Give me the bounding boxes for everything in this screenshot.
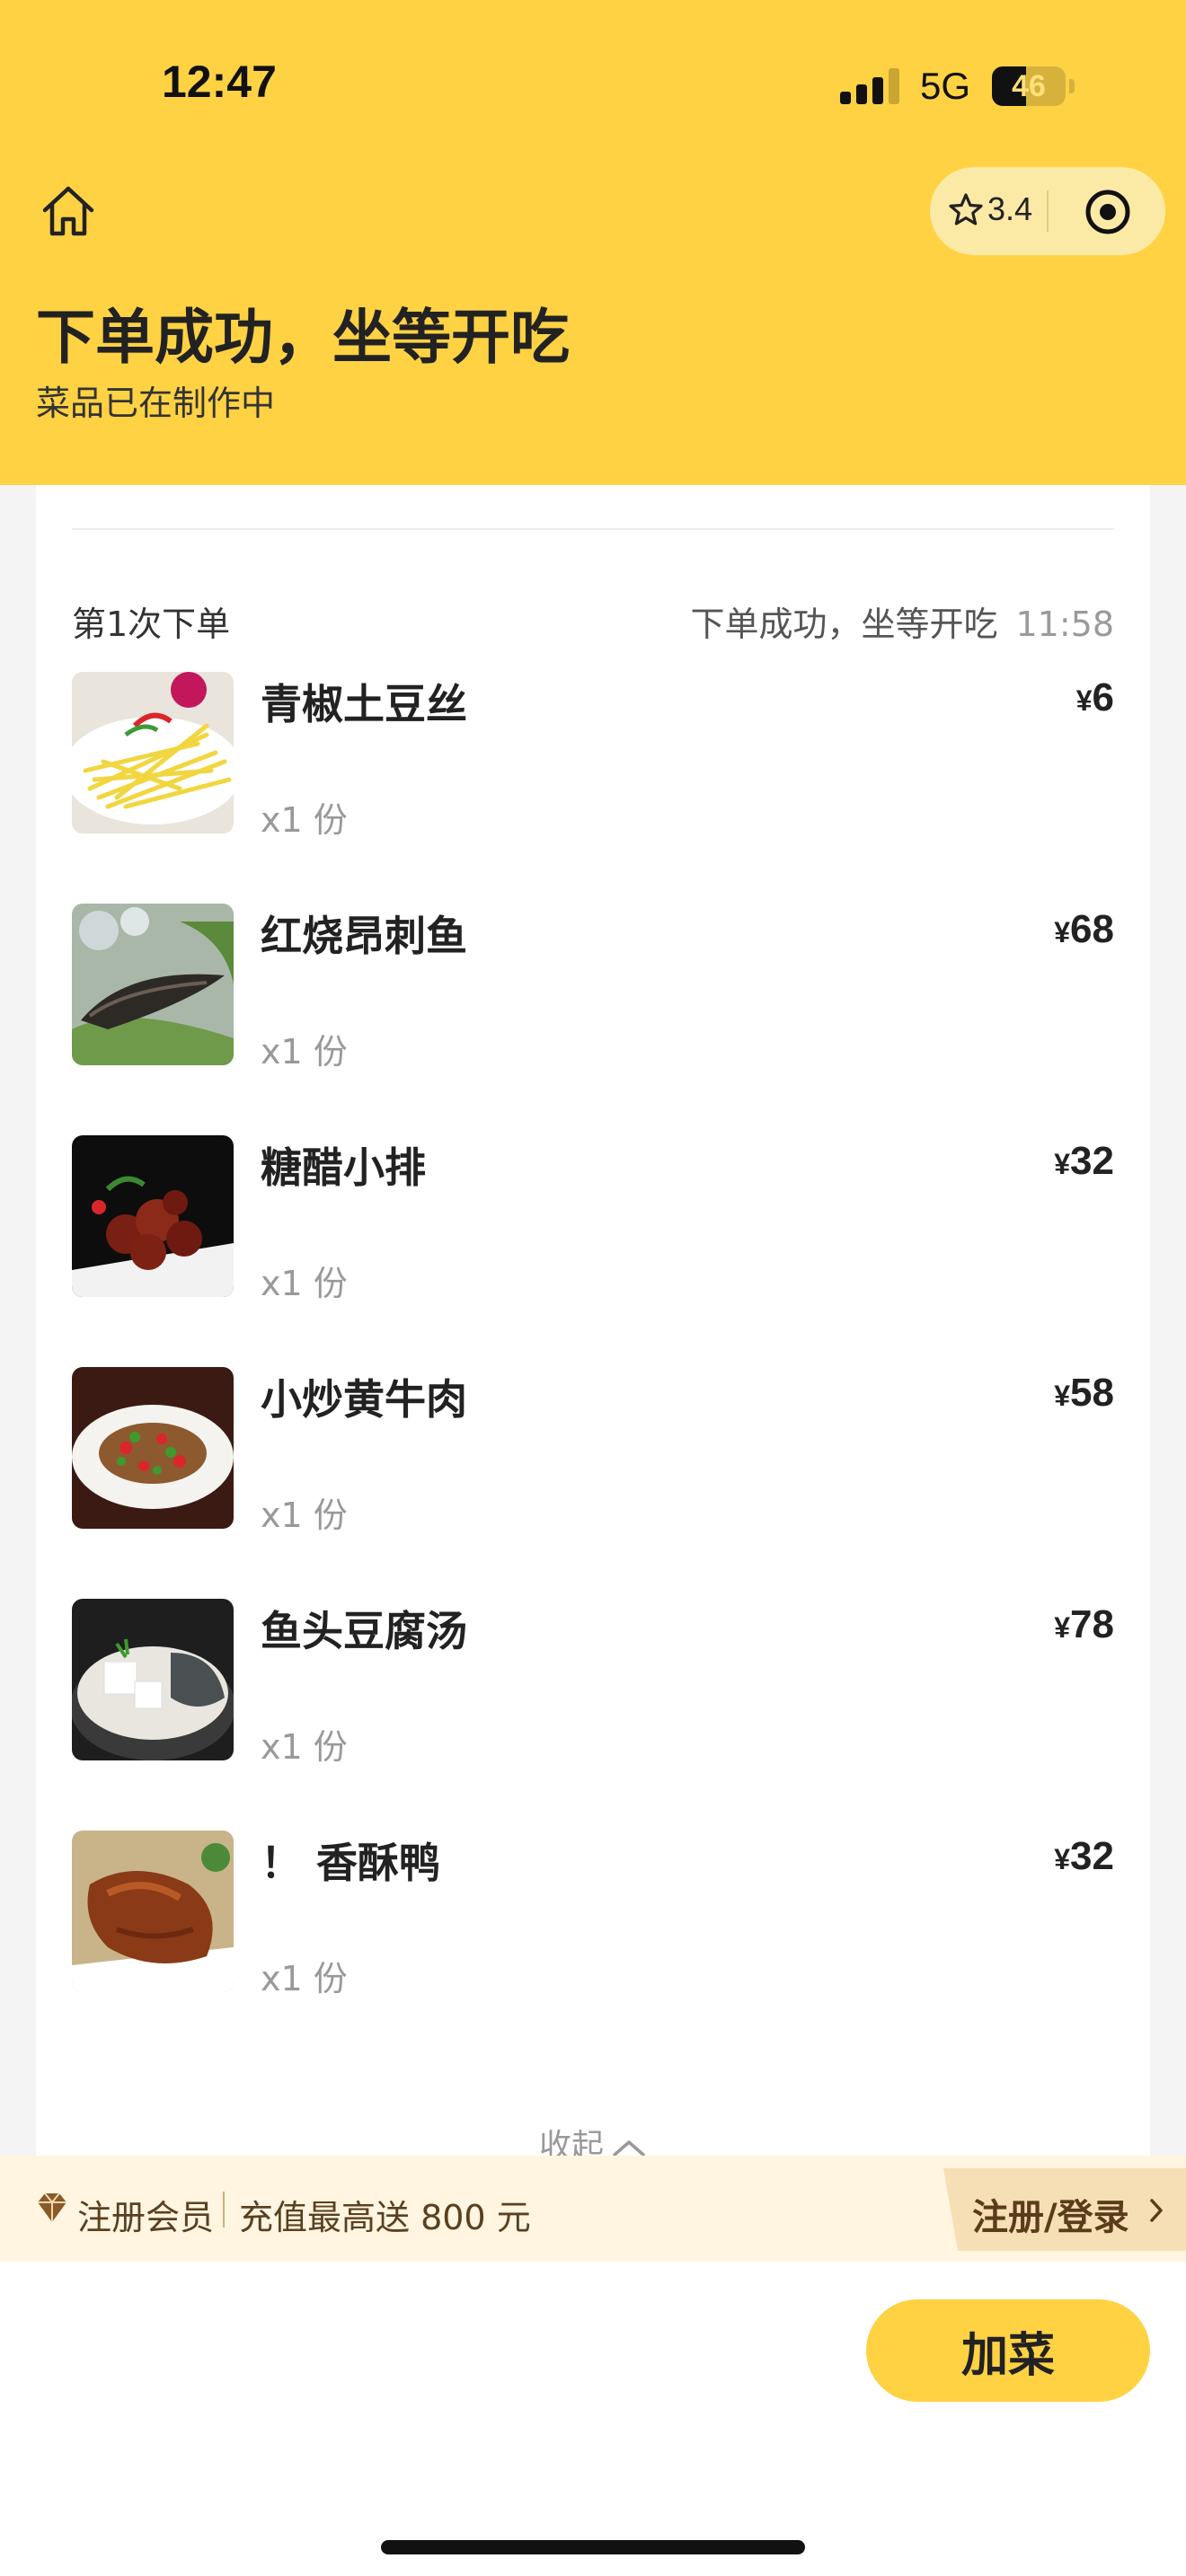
price-value: 6 bbox=[1092, 675, 1114, 719]
list-item[interactable]: 红烧昂刺鱼 x1 份 ¥68 bbox=[72, 904, 1114, 1074]
dish-price: ¥78 bbox=[1054, 1602, 1114, 1647]
dish-price: ¥68 bbox=[1054, 907, 1114, 952]
promo-divider bbox=[223, 2192, 225, 2228]
page-subtitle: 菜品已在制作中 bbox=[36, 384, 276, 423]
dish-image bbox=[72, 1135, 234, 1297]
order-status-text: 下单成功，坐等开吃 bbox=[690, 604, 998, 644]
battery-tip bbox=[1069, 79, 1075, 93]
currency-symbol: ¥ bbox=[1054, 1148, 1071, 1180]
order-time: 11:58 bbox=[1015, 604, 1114, 644]
currency-symbol: ¥ bbox=[1054, 1380, 1071, 1412]
currency-symbol: ¥ bbox=[1054, 1843, 1071, 1875]
price-value: 68 bbox=[1070, 907, 1114, 951]
battery-level: 46 bbox=[1012, 69, 1046, 103]
dish-name: ！ 香酥鸭 bbox=[261, 1839, 441, 1887]
home-icon[interactable] bbox=[36, 180, 101, 244]
dish-quantity: x1 份 bbox=[261, 1264, 348, 1303]
dish-name: 小炒黄牛肉 bbox=[261, 1375, 467, 1424]
order-card: 第1次下单 下单成功，坐等开吃 11:58 青椒土豆丝 x1 份 ¥6 红烧昂刺… bbox=[36, 485, 1150, 2165]
diamond-icon bbox=[38, 2192, 66, 2222]
dish-price: ¥32 bbox=[1054, 1139, 1114, 1184]
list-item[interactable]: 青椒土豆丝 x1 份 ¥6 bbox=[72, 672, 1114, 842]
network-label: 5G bbox=[920, 65, 971, 107]
dish-name: 鱼头豆腐汤 bbox=[261, 1607, 467, 1655]
target-icon[interactable] bbox=[1083, 187, 1133, 237]
home-indicator[interactable] bbox=[381, 2540, 805, 2554]
order-number-label: 第1次下单 bbox=[72, 604, 231, 644]
dish-price: ¥58 bbox=[1054, 1371, 1114, 1416]
currency-symbol: ¥ bbox=[1054, 1611, 1071, 1644]
page-title: 下单成功，坐等开吃 bbox=[36, 303, 570, 372]
dish-price: ¥6 bbox=[1076, 675, 1114, 720]
dish-name: 红烧昂刺鱼 bbox=[261, 912, 467, 960]
status-time: 12:47 bbox=[162, 57, 277, 107]
currency-symbol: ¥ bbox=[1054, 916, 1071, 948]
battery-icon: 46 bbox=[992, 66, 1066, 106]
dish-image bbox=[72, 904, 234, 1065]
dish-image bbox=[72, 672, 234, 834]
currency-symbol: ¥ bbox=[1075, 684, 1093, 717]
list-item[interactable]: ！ 香酥鸭 x1 份 ¥32 bbox=[72, 1831, 1114, 2001]
bottom-bar: 加菜 bbox=[0, 2262, 1186, 2576]
member-promo-bar: 注册会员 充值最高送 800 元 注册/登录 bbox=[0, 2156, 1186, 2262]
capsule-menu: 3.4 bbox=[930, 167, 1165, 255]
order-status: 下单成功，坐等开吃 11:58 bbox=[690, 596, 1114, 646]
list-item[interactable]: 鱼头豆腐汤 x1 份 ¥78 bbox=[72, 1599, 1114, 1769]
dish-quantity: x1 份 bbox=[261, 1959, 348, 1998]
dish-image bbox=[72, 1599, 234, 1760]
dish-name: 糖醋小排 bbox=[261, 1143, 426, 1192]
header: 12:47 5G 46 3.4 下单成功，坐等开吃 菜品已在制作中 bbox=[0, 0, 1186, 485]
rating-value: 3.4 bbox=[987, 190, 1033, 227]
register-login-button[interactable]: 注册/登录 bbox=[943, 2168, 1186, 2251]
dish-quantity: x1 份 bbox=[261, 800, 348, 840]
star-icon[interactable] bbox=[946, 190, 986, 230]
dish-quantity: x1 份 bbox=[261, 1495, 348, 1535]
dish-quantity: x1 份 bbox=[261, 1727, 348, 1767]
dish-name: 青椒土豆丝 bbox=[261, 680, 467, 728]
signal-icon bbox=[840, 68, 903, 104]
capsule-divider bbox=[1047, 190, 1049, 232]
register-login-label: 注册/登录 bbox=[972, 2197, 1129, 2238]
price-value: 32 bbox=[1070, 1834, 1114, 1878]
add-dish-button[interactable]: 加菜 bbox=[866, 2299, 1150, 2402]
divider bbox=[72, 528, 1114, 530]
member-label: 注册会员 bbox=[77, 2198, 215, 2237]
price-value: 58 bbox=[1070, 1371, 1114, 1415]
dish-price: ¥32 bbox=[1054, 1834, 1114, 1879]
price-value: 32 bbox=[1070, 1139, 1114, 1183]
dish-quantity: x1 份 bbox=[261, 1032, 348, 1072]
chevron-right-icon bbox=[1150, 2199, 1163, 2222]
price-value: 78 bbox=[1070, 1602, 1114, 1646]
list-item[interactable]: 糖醋小排 x1 份 ¥32 bbox=[72, 1135, 1114, 1306]
dish-image bbox=[72, 1831, 234, 1992]
list-item[interactable]: 小炒黄牛肉 x1 份 ¥58 bbox=[72, 1367, 1114, 1538]
recharge-label: 充值最高送 800 元 bbox=[239, 2198, 531, 2237]
dish-image bbox=[72, 1367, 234, 1529]
